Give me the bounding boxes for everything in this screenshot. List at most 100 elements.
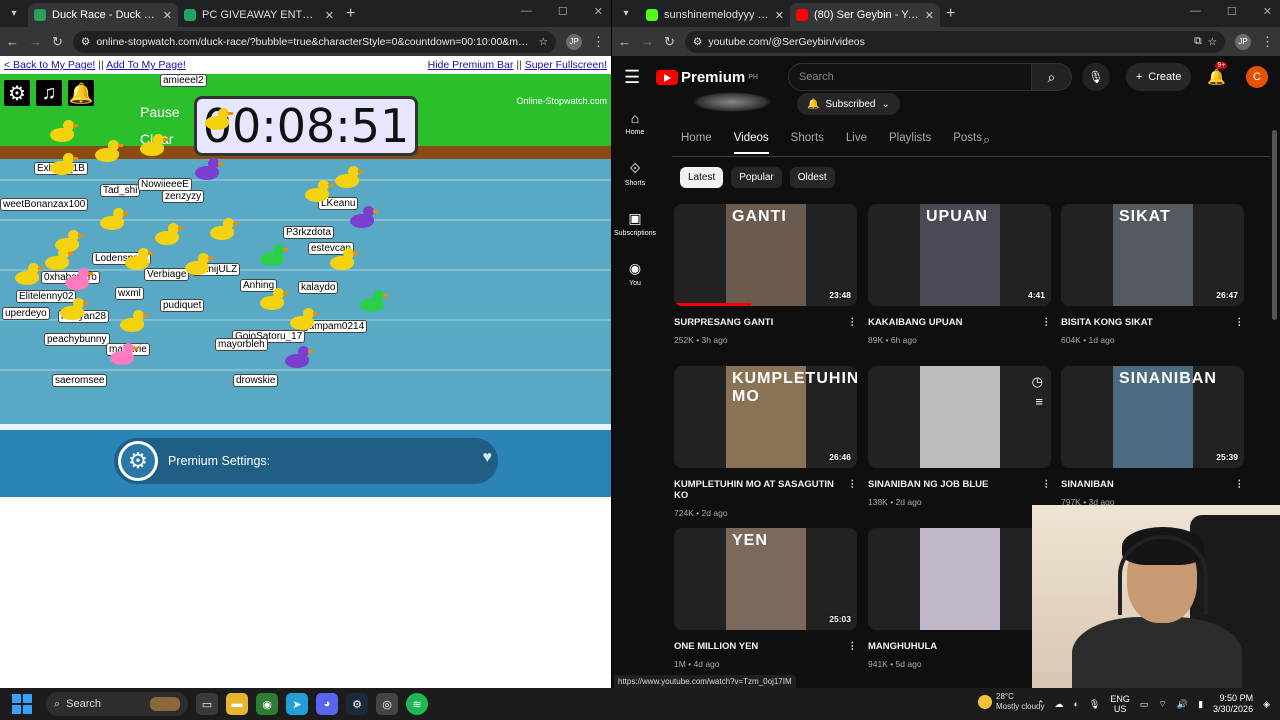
- mic-tray-icon[interactable]: 🎙: [1089, 699, 1100, 710]
- more-actions-icon[interactable]: ⋮: [848, 479, 858, 501]
- video-card[interactable]: 23:MANGHUHULA⋮941K • 5d ago: [868, 528, 1051, 669]
- video-card[interactable]: UPUAN 4:41 KAKAIBANG UPUAN ⋮ 89K • 6h ago: [868, 204, 1051, 345]
- video-thumbnail[interactable]: SIKAT 26:47: [1061, 204, 1244, 306]
- sidebar-item-shorts[interactable]: ⟐ Shorts: [612, 148, 658, 198]
- subscribed-button[interactable]: 🔔 Subscribed ⌄: [797, 93, 900, 115]
- tab-pc-giveaway[interactable]: PC GIVEAWAY ENTRIES MAY 20 ✕: [178, 3, 340, 27]
- tab-playlists[interactable]: Playlists: [889, 132, 931, 154]
- back-to-my-page-link[interactable]: < Back to My Page!: [4, 59, 95, 71]
- profile-avatar[interactable]: JP: [1235, 33, 1251, 50]
- telegram-icon[interactable]: ➤: [286, 693, 308, 715]
- channel-search-icon[interactable]: ⌕: [983, 132, 990, 148]
- tab-live[interactable]: Live: [846, 132, 867, 154]
- close-tab-icon[interactable]: ✕: [925, 9, 934, 22]
- address-bar[interactable]: ⚙ online-stopwatch.com/duck-race/?bubble…: [72, 30, 556, 53]
- back-icon[interactable]: ←: [6, 34, 19, 49]
- settings-gear-icon[interactable]: ⚙: [4, 80, 30, 106]
- heart-icon[interactable]: ♥: [483, 449, 493, 467]
- tab-home[interactable]: Home: [681, 132, 712, 154]
- video-thumbnail[interactable]: SINANIBAN 25:39: [1061, 366, 1244, 468]
- sidebar-item-home[interactable]: ⌂ Home: [612, 98, 658, 148]
- windows-start-icon[interactable]: [12, 694, 32, 714]
- search-button[interactable]: ⌕: [1031, 63, 1072, 91]
- search-input[interactable]: Search: [787, 63, 1032, 91]
- sound-icon[interactable]: 🔔: [68, 80, 94, 106]
- more-actions-icon[interactable]: ⋮: [1235, 479, 1245, 490]
- display-icon[interactable]: ▭: [1140, 699, 1149, 710]
- tab-posts[interactable]: Posts: [953, 132, 982, 154]
- menu-kebab-icon[interactable]: ⋮: [1261, 34, 1274, 50]
- video-card[interactable]: SIKAT 26:47 BISITA KONG SIKAT ⋮ 604K • 1d ag…: [1061, 204, 1244, 345]
- minimize-icon[interactable]: —: [521, 5, 532, 18]
- voice-search-button[interactable]: 🎙: [1081, 63, 1110, 91]
- task-view-icon[interactable]: ▭: [196, 693, 218, 715]
- chip-oldest[interactable]: Oldest: [789, 167, 835, 188]
- chip-latest[interactable]: Latest: [680, 167, 724, 188]
- video-thumbnail[interactable]: GANTI 23:48: [674, 204, 857, 306]
- video-title[interactable]: MANGHUHULA: [868, 641, 937, 652]
- discord-icon[interactable]: ◕: [316, 693, 338, 715]
- sidebar-item-you[interactable]: ◉ You: [612, 248, 658, 298]
- close-window-icon[interactable]: ✕: [594, 5, 603, 18]
- tray-overflow-icon[interactable]: ⌃: [1037, 699, 1045, 710]
- battery-icon[interactable]: ▮: [1198, 699, 1203, 710]
- youtube-logo[interactable]: Premium PH: [656, 69, 758, 86]
- file-explorer-icon[interactable]: ▬: [226, 693, 248, 715]
- notification-center-icon[interactable]: ◈: [1263, 699, 1270, 710]
- add-to-queue-icon[interactable]: ≡: [1035, 394, 1043, 409]
- obs-icon[interactable]: ◎: [376, 693, 398, 715]
- video-thumbnail[interactable]: UPUAN 4:41: [868, 204, 1051, 306]
- chip-popular[interactable]: Popular: [731, 167, 782, 188]
- video-title[interactable]: KUMPLETUHIN MO AT SASAGUTIN KO: [674, 479, 848, 501]
- video-card[interactable]: ◷ ≡ SINANIBAN NG JOB BLUE ⋮ 138K • 2d ago: [868, 366, 1051, 507]
- video-title[interactable]: SINANIBAN: [1061, 479, 1114, 490]
- create-button[interactable]: + Create: [1125, 63, 1192, 91]
- site-info-icon[interactable]: ⚙: [693, 36, 702, 48]
- video-thumbnail[interactable]: YEN 25:03: [674, 528, 857, 630]
- video-title[interactable]: KAKAIBANG UPUAN: [868, 317, 962, 328]
- hamburger-menu-icon[interactable]: ☰: [624, 67, 646, 88]
- address-bar[interactable]: ⚙ youtube.com/@SerGeybin/videos ⧉ ☆: [684, 30, 1225, 53]
- more-actions-icon[interactable]: ⋮: [1235, 317, 1245, 328]
- tab-videos[interactable]: Videos: [733, 132, 769, 154]
- pause-button[interactable]: Pause: [140, 104, 180, 120]
- weather-widget[interactable]: 28°C Mostly cloudy: [978, 692, 1044, 712]
- tab-search-dropdown[interactable]: ▾: [616, 3, 636, 23]
- video-card[interactable]: SINANIBAN 25:39 SINANIBAN ⋮ 797K • 3d ago: [1061, 366, 1244, 507]
- tab-duck-race[interactable]: Duck Race - Duck Games ✕: [28, 3, 178, 27]
- video-thumbnail[interactable]: ◷ ≡: [868, 366, 1051, 468]
- scrollbar[interactable]: [1272, 130, 1277, 320]
- wifi-icon[interactable]: ⌔: [1158, 699, 1166, 710]
- site-info-icon[interactable]: ⚙: [81, 36, 90, 48]
- video-title[interactable]: SURPRESANG GANTI: [674, 317, 773, 328]
- volume-icon[interactable]: 🔊: [1177, 699, 1188, 710]
- bookmark-star-icon[interactable]: ☆: [1208, 36, 1217, 48]
- bookmark-star-icon[interactable]: ☆: [539, 36, 548, 48]
- tab-kick-stream[interactable]: sunshinemelodyyy Stream - Wa ✕: [640, 3, 790, 27]
- forward-icon[interactable]: →: [29, 34, 42, 49]
- taskbar-clock[interactable]: 9:50 PM 3/30/2026: [1213, 693, 1253, 715]
- video-title[interactable]: SINANIBAN NG JOB BLUE: [868, 479, 988, 490]
- more-actions-icon[interactable]: ⋮: [848, 317, 858, 328]
- video-card[interactable]: GANTI 23:48 SURPRESANG GANTI ⋮ 252K • 3h ago: [674, 204, 857, 345]
- video-card[interactable]: YEN 25:03 ONE MILLION YEN ⋮ 1M • 4d ago: [674, 528, 857, 669]
- video-title[interactable]: ONE MILLION YEN: [674, 641, 758, 652]
- more-actions-icon[interactable]: ⋮: [1042, 479, 1052, 490]
- chrome-icon[interactable]: ◉: [256, 693, 278, 715]
- video-title[interactable]: BISITA KONG SIKAT: [1061, 317, 1153, 328]
- music-off-icon[interactable]: ♫: [36, 80, 62, 106]
- reload-icon[interactable]: ↻: [52, 34, 63, 50]
- premium-settings-bar[interactable]: ⚙ Premium Settings: ♥: [114, 438, 498, 484]
- video-card[interactable]: KUMPLETUHIN MO 26:46 KUMPLETUHIN MO AT SAS…: [674, 366, 857, 518]
- more-actions-icon[interactable]: ⋮: [848, 641, 858, 652]
- tab-youtube[interactable]: (80) Ser Geybin - YouTube ✕: [790, 3, 940, 27]
- video-thumbnail[interactable]: KUMPLETUHIN MO 26:46: [674, 366, 857, 468]
- taskbar-search[interactable]: ⌕ Search: [46, 692, 188, 716]
- duck-race-game[interactable]: ⚙ ♫ 🔔 Pause Clear 00:08:51 Online-Stopwa…: [0, 74, 611, 437]
- close-tab-icon[interactable]: ✕: [775, 9, 784, 22]
- tab-search-dropdown[interactable]: ▾: [4, 3, 24, 23]
- video-thumbnail[interactable]: 23:: [868, 528, 1051, 630]
- hide-premium-bar-link[interactable]: Hide Premium Bar: [428, 59, 514, 71]
- more-actions-icon[interactable]: ⋮: [1042, 317, 1052, 328]
- sidebar-item-subscriptions[interactable]: ▣ Subscriptions: [612, 198, 658, 248]
